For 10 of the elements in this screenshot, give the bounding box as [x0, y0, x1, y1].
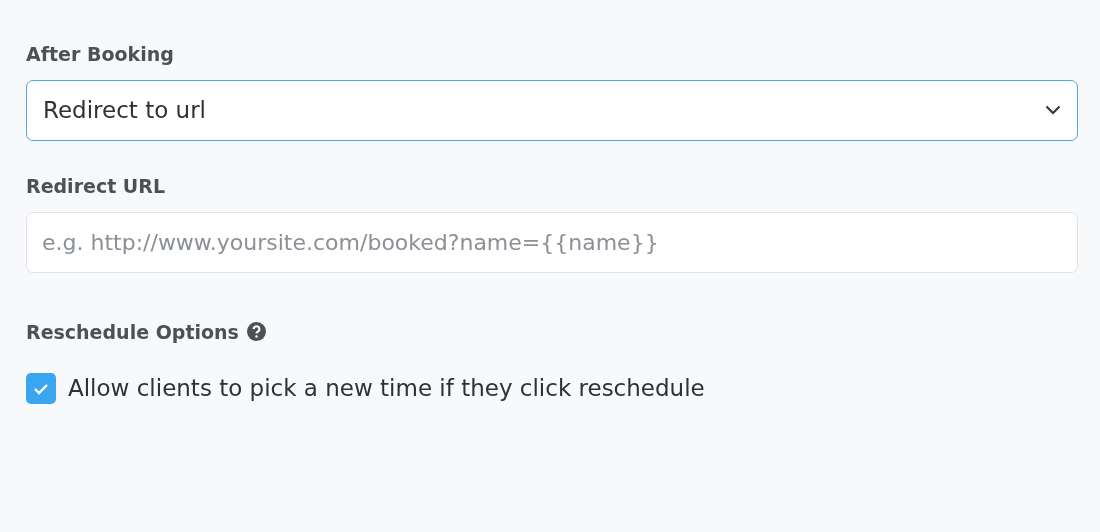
checkbox-label: Allow clients to pick a new time if they click reschedule [68, 374, 705, 404]
after-booking-select[interactable]: Redirect to url [26, 79, 1078, 141]
redirect-url-field[interactable]: e.g. http://www.yoursite.com/booked?name={{name}} [26, 211, 1078, 273]
field-label: Redirect URL [26, 174, 166, 198]
chevron-down-icon [1045, 105, 1061, 116]
checkbox[interactable] [26, 373, 56, 405]
check-icon [33, 382, 49, 395]
field-label: After Booking [26, 43, 175, 66]
help-icon[interactable] [246, 322, 266, 342]
field-label: Reschedule Options [26, 320, 239, 344]
